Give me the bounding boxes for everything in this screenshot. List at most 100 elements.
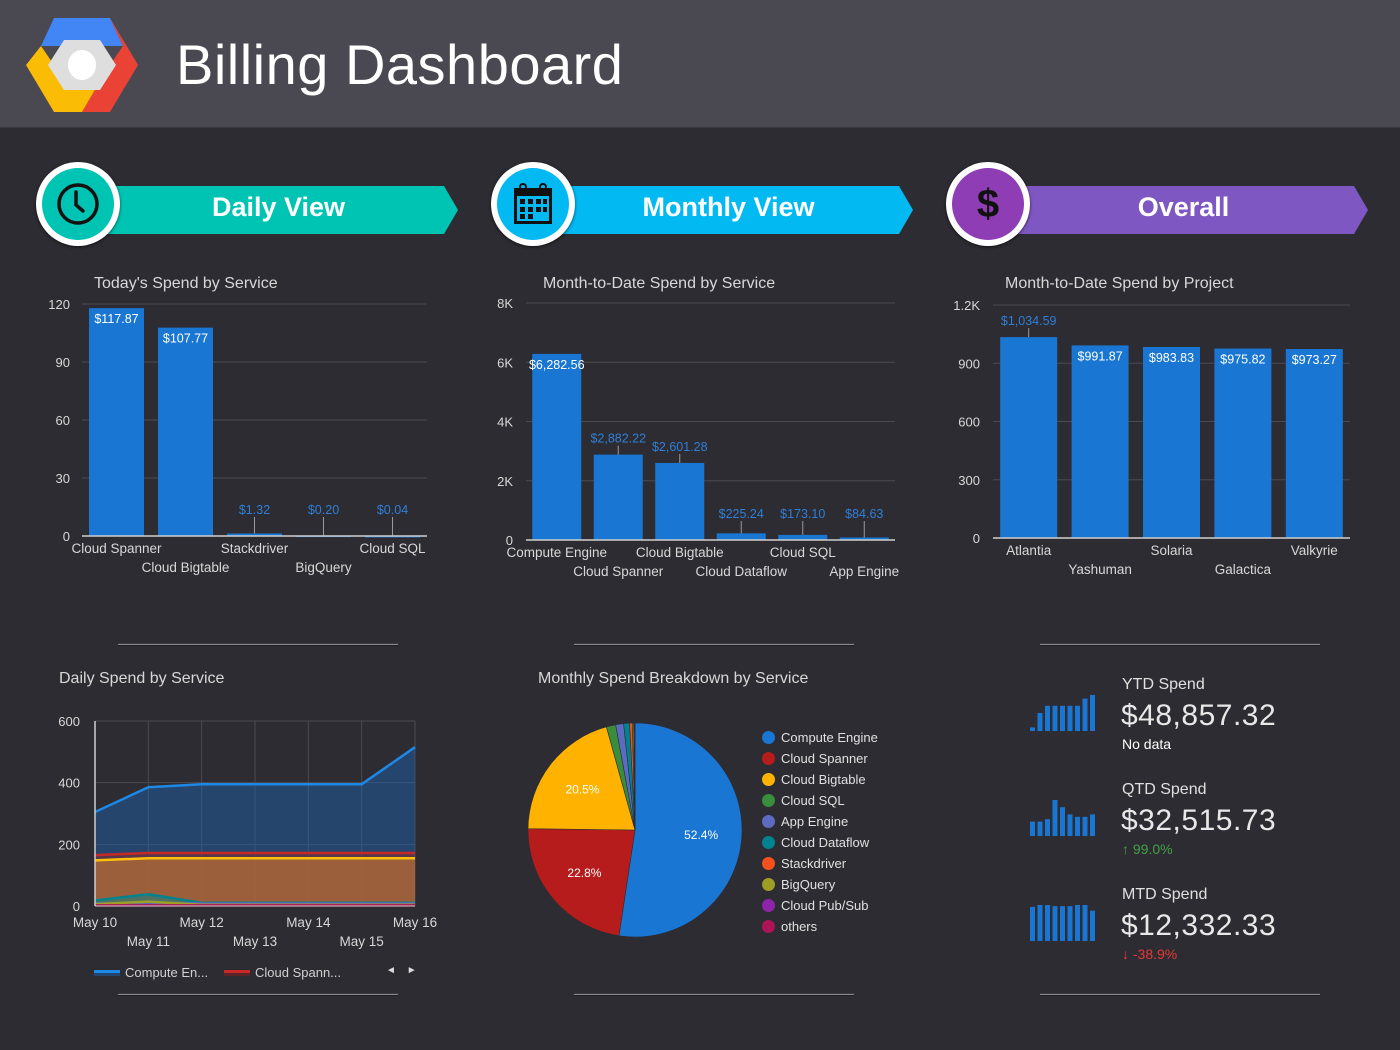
legend-label: Stackdriver <box>781 856 847 871</box>
spark-bar <box>1045 705 1050 731</box>
legend-item-cloud-pub-sub[interactable]: Cloud Pub/Sub <box>762 895 878 916</box>
mtd-spendsparkline <box>1030 905 1095 941</box>
bar-value-label: $2,601.28 <box>652 440 708 454</box>
legend-item-cloud-bigtable[interactable]: Cloud Bigtable <box>762 769 878 790</box>
y-tick-label: 900 <box>958 356 980 371</box>
spark-bar <box>1067 705 1073 731</box>
spark-bar <box>1060 807 1065 836</box>
legend-next-button[interactable]: ► <box>407 965 417 976</box>
x-tick-label: May 10 <box>73 915 117 930</box>
legend-dot <box>762 794 775 807</box>
legend-item-cloud-spanner[interactable]: Cloud Spanner <box>762 748 878 769</box>
mtd-spendlabel: MTD Spend <box>1122 886 1208 903</box>
monthly-view-icon-badge <box>491 162 575 246</box>
mtd-service-bar-chart: 02K4K6K8K$6,282.56Compute Engine$2,882.2… <box>497 296 899 579</box>
legend-pager: ◄ ► <box>386 965 425 976</box>
x-tick-label: Cloud Spanner <box>71 541 162 556</box>
legend-item-stackdriver[interactable]: Stackdriver <box>762 853 878 874</box>
divider <box>118 643 398 646</box>
legend-dot <box>762 815 775 828</box>
ytd-spendlabel: YTD Spend <box>1122 676 1205 693</box>
legend-item-others[interactable]: others <box>762 916 878 937</box>
monthly-breakdown-pie-chart: 52.4% 22.8% 20.5% <box>527 722 743 938</box>
x-tick-label: Cloud SQL <box>359 541 426 556</box>
bar-value-label: $0.20 <box>308 503 339 517</box>
overall-label: Overall <box>1137 192 1230 222</box>
y-tick-label: 30 <box>56 471 70 486</box>
legend-label: Cloud Dataflow <box>781 835 870 850</box>
legend-item-bigquery[interactable]: BigQuery <box>762 874 878 895</box>
legend-item-cloud-spanner[interactable]: Cloud Spann... <box>224 965 341 980</box>
bar-value-label: $0.04 <box>377 503 408 517</box>
legend-dot <box>762 752 775 765</box>
y-tick-label: 400 <box>58 776 80 791</box>
bar <box>89 308 144 536</box>
y-tick-label: 90 <box>56 355 70 370</box>
monthly-view-label: Monthly View <box>642 192 815 222</box>
bar-value-label: $107.77 <box>163 332 208 346</box>
spark-bar <box>1082 905 1088 941</box>
bar-value-label: $1,034.59 <box>1001 314 1057 328</box>
spark-bar <box>1037 905 1043 941</box>
ytd-spenddelta: No data <box>1122 736 1172 752</box>
spark-bar <box>1052 906 1058 941</box>
bar <box>1000 337 1058 538</box>
spark-bar <box>1090 910 1095 941</box>
y-tick-label: 2K <box>497 474 513 489</box>
monthly-view-banner: Monthly View <box>491 162 921 248</box>
bar-value-label: $991.87 <box>1078 349 1123 363</box>
y-tick-label: 120 <box>48 297 70 312</box>
header: Billing Dashboard <box>0 0 1400 128</box>
bar-value-label: $6,282.56 <box>529 358 585 372</box>
bar <box>1285 349 1343 538</box>
legend-item-app-engine[interactable]: App Engine <box>762 811 878 832</box>
bar-value-label: $975.82 <box>1220 353 1265 367</box>
bar-value-label: $173.10 <box>780 507 825 521</box>
legend-prev-button[interactable]: ◄ <box>386 965 396 976</box>
pie-slice-label: 52.4% <box>684 828 718 842</box>
overall-icon-badge: $ <box>946 162 1030 246</box>
x-tick-label: May 13 <box>233 934 277 949</box>
spark-bar <box>1030 906 1035 941</box>
bar <box>158 327 213 536</box>
legend-item-cloud-sql[interactable]: Cloud SQL <box>762 790 878 811</box>
monthly-breakdown-title: Monthly Spend Breakdown by Service <box>538 670 809 687</box>
legend-item-cloud-dataflow[interactable]: Cloud Dataflow <box>762 832 878 853</box>
bar <box>655 462 705 540</box>
y-tick-label: 8K <box>497 296 513 311</box>
google-cloud-logo <box>26 18 138 112</box>
spark-bar <box>1037 821 1043 836</box>
bar-value-label: $973.27 <box>1292 353 1337 367</box>
y-tick-label: 600 <box>58 714 80 729</box>
y-tick-label: 4K <box>497 415 513 430</box>
legend-dot <box>762 731 775 744</box>
qtd-spendsparkline <box>1030 800 1095 836</box>
x-tick-label: Stackdriver <box>221 541 289 556</box>
dollar-icon: $ <box>976 181 1000 226</box>
daily-view-icon-badge <box>36 162 120 246</box>
calendar-icon <box>514 183 552 224</box>
legend-item-compute-engine[interactable]: Compute En... <box>94 965 208 980</box>
x-tick-label: Valkyrie <box>1291 543 1338 558</box>
legend-label: Cloud Spanner <box>781 751 868 766</box>
y-tick-label: 6K <box>497 355 513 370</box>
legend-item-compute-engine[interactable]: Compute Engine <box>762 727 878 748</box>
bar-value-label: $225.24 <box>719 507 764 521</box>
qtd-spendlabel: QTD Spend <box>1122 781 1207 798</box>
mtd-project-bar-chart: 0 300 600 900 1.2K $1,034.59 Atlantia $991.87 Ya… <box>953 298 1350 577</box>
spark-bar <box>1082 816 1088 836</box>
daily-view-banner: Daily View <box>36 162 466 248</box>
page-title: Billing Dashboard <box>176 33 624 96</box>
bar-value-label: $117.87 <box>94 312 138 326</box>
legend-dot <box>762 857 775 870</box>
pie-slice-cloud-spanner <box>527 828 636 937</box>
x-tick-label: BigQuery <box>295 560 352 575</box>
daily-spend-area-chart: 0 200 400 600 May 10 May 11 May 12 May 13 May 14… <box>58 714 437 949</box>
x-tick-label: May 12 <box>180 915 224 930</box>
ytd-spendsparkline <box>1030 695 1095 731</box>
spark-bar <box>1075 816 1080 836</box>
divider <box>1040 993 1320 996</box>
daily-spend-title: Daily Spend by Service <box>59 670 225 687</box>
divider <box>1040 643 1320 646</box>
pie-slice-label: 22.8% <box>567 866 601 880</box>
